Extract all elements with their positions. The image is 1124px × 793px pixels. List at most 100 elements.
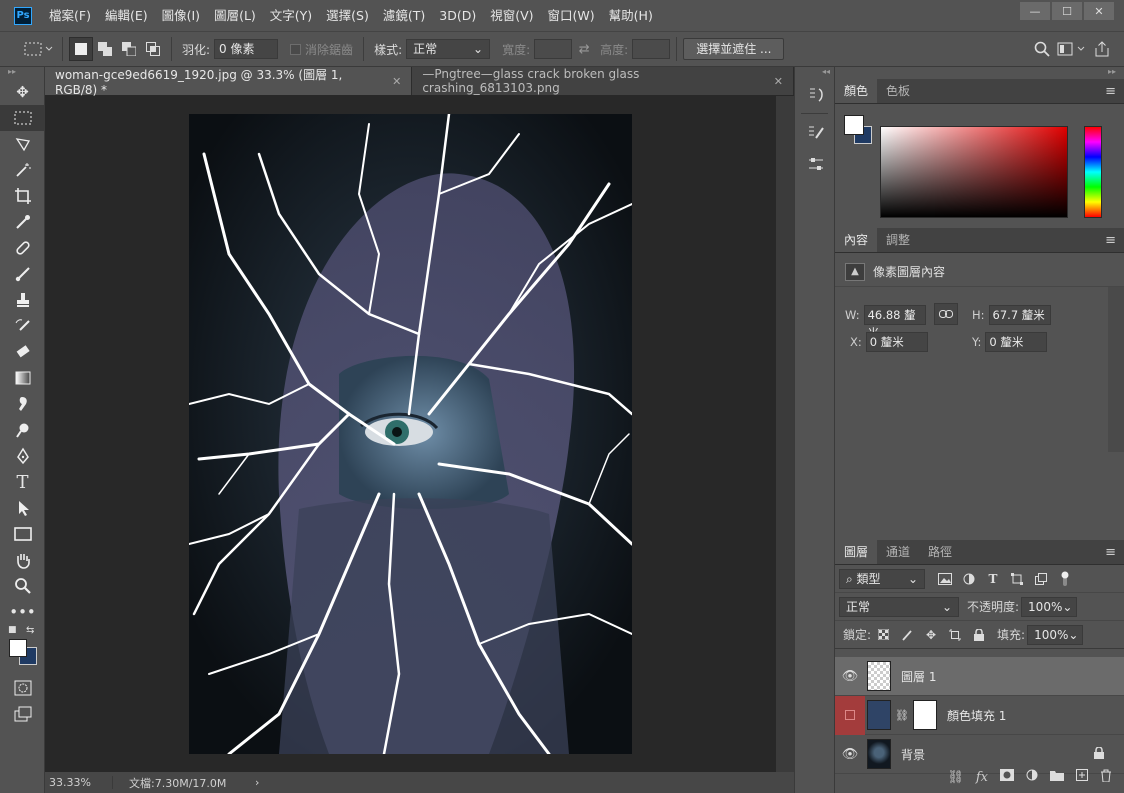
close-window-button[interactable]: ✕ xyxy=(1084,2,1114,20)
panels-grip-icon[interactable]: ▸▸ xyxy=(835,67,1124,79)
close-tab-icon[interactable]: ✕ xyxy=(774,75,783,88)
more-tools-icon[interactable]: ••• xyxy=(0,599,45,625)
vertical-scrollbar[interactable] xyxy=(776,96,794,772)
menu-file[interactable]: 檔案(F) xyxy=(42,0,98,31)
add-selection-icon[interactable] xyxy=(93,37,117,61)
status-menu-arrow-icon[interactable]: › xyxy=(255,776,259,789)
layer-mask-thumbnail[interactable] xyxy=(912,700,937,730)
filter-shape-icon[interactable] xyxy=(1005,568,1029,590)
visibility-toggle-off[interactable] xyxy=(835,695,865,735)
hand-tool-icon[interactable] xyxy=(0,547,45,573)
swap-colors-icon[interactable]: ⇆ xyxy=(26,625,34,636)
fill-color-thumbnail[interactable] xyxy=(867,700,891,730)
menu-edit[interactable]: 編輯(E) xyxy=(98,0,155,31)
path-selection-tool-icon[interactable] xyxy=(0,495,45,521)
brush-tool-icon[interactable] xyxy=(0,261,45,287)
height-input[interactable] xyxy=(632,39,671,59)
intersect-selection-icon[interactable] xyxy=(141,37,165,61)
delete-layer-icon[interactable] xyxy=(1100,769,1112,786)
layer-name[interactable]: 顏色填充 1 xyxy=(947,707,1006,724)
lock-artboard-icon[interactable] xyxy=(943,624,967,646)
color-fg-swatch[interactable] xyxy=(844,115,864,135)
layer-thumbnail[interactable] xyxy=(867,661,891,691)
filter-smart-object-icon[interactable] xyxy=(1029,568,1053,590)
tab-paths[interactable]: 路徑 xyxy=(919,540,961,564)
layer-name[interactable]: 背景 xyxy=(901,746,925,763)
link-dimensions-icon[interactable] xyxy=(934,303,958,325)
layer-style-fx-icon[interactable]: fx xyxy=(976,770,988,785)
panel-menu-icon[interactable]: ≡ xyxy=(1105,79,1116,104)
new-group-icon[interactable] xyxy=(1050,769,1064,785)
filter-adjustment-icon[interactable] xyxy=(957,568,981,590)
new-adjustment-icon[interactable] xyxy=(1026,769,1038,785)
rectangular-marquee-tool-icon[interactable] xyxy=(0,105,45,131)
layer-name[interactable]: 圖層 1 xyxy=(901,668,936,685)
mask-link-icon[interactable]: ⛓ xyxy=(895,709,909,722)
default-colors-icon[interactable]: ■ xyxy=(8,625,17,635)
add-mask-icon[interactable] xyxy=(1000,769,1014,785)
menu-layer[interactable]: 圖層(L) xyxy=(207,0,263,31)
eyedropper-tool-icon[interactable] xyxy=(0,209,45,235)
lock-image-icon[interactable] xyxy=(895,624,919,646)
zoom-level[interactable]: 33.33% xyxy=(45,776,113,789)
tab-properties[interactable]: 內容 xyxy=(835,228,878,252)
filter-toggle-icon[interactable] xyxy=(1053,568,1077,590)
panel-menu-icon[interactable]: ≡ xyxy=(1105,228,1116,253)
link-layers-icon[interactable]: ⛓ xyxy=(947,770,964,785)
pen-tool-icon[interactable] xyxy=(0,443,45,469)
maximize-button[interactable]: ☐ xyxy=(1052,2,1082,20)
tab-channels[interactable]: 通道 xyxy=(877,540,919,564)
lock-position-icon[interactable]: ✥ xyxy=(919,624,943,646)
layer-row[interactable]: ⛓ 顏色填充 1 xyxy=(835,695,1124,735)
type-tool-icon[interactable]: T xyxy=(0,469,45,495)
screen-mode-icon[interactable] xyxy=(0,701,45,727)
rectangle-tool-icon[interactable] xyxy=(0,521,45,547)
layer-row[interactable]: 👁 圖層 1 xyxy=(835,657,1124,696)
canvas-viewport[interactable] xyxy=(45,96,776,772)
y-field[interactable]: 0 釐米 xyxy=(985,332,1048,352)
filter-type-icon[interactable]: T xyxy=(981,568,1005,590)
tab-color[interactable]: 顏色 xyxy=(835,79,878,103)
menu-3d[interactable]: 3D(D) xyxy=(432,0,483,31)
menu-filter[interactable]: 濾鏡(T) xyxy=(376,0,432,31)
history-brush-tool-icon[interactable] xyxy=(0,313,45,339)
panel-menu-icon[interactable]: ≡ xyxy=(1105,540,1116,565)
document-canvas[interactable] xyxy=(189,114,632,754)
layer-kind-select[interactable]: ⌕ 類型 ⌄ xyxy=(839,568,925,589)
style-select[interactable]: 正常 ⌄ xyxy=(406,39,491,59)
visibility-eye-icon[interactable]: 👁 xyxy=(835,657,865,696)
new-selection-icon[interactable] xyxy=(69,37,93,61)
menu-window[interactable]: 窗口(W) xyxy=(541,0,602,31)
color-field[interactable] xyxy=(880,126,1068,218)
swap-dimensions-icon[interactable]: ⇄ xyxy=(572,37,596,61)
eraser-tool-icon[interactable] xyxy=(0,339,45,365)
smudge-tool-icon[interactable] xyxy=(0,391,45,417)
search-icon[interactable] xyxy=(1030,37,1054,61)
share-icon[interactable] xyxy=(1090,37,1114,61)
opacity-field[interactable]: 100% ⌄ xyxy=(1021,596,1078,617)
filter-pixel-icon[interactable] xyxy=(933,568,957,590)
workspace-icon[interactable] xyxy=(1054,37,1090,61)
tab-woman-document[interactable]: woman-gce9ed6619_1920.jpg @ 33.3% (圖層 1,… xyxy=(45,67,413,97)
move-tool-icon[interactable]: ✥ xyxy=(0,79,45,105)
lasso-tool-icon[interactable] xyxy=(0,131,45,157)
brush-settings-icon[interactable] xyxy=(795,116,836,148)
hue-slider[interactable] xyxy=(1084,126,1102,218)
menu-select[interactable]: 選擇(S) xyxy=(319,0,376,31)
quick-mask-icon[interactable] xyxy=(0,675,45,701)
fill-field[interactable]: 100% ⌄ xyxy=(1027,624,1084,645)
width-field[interactable]: 46.88 釐米 xyxy=(863,305,926,340)
lock-all-icon[interactable] xyxy=(967,624,991,646)
healing-brush-tool-icon[interactable] xyxy=(0,235,45,261)
width-input[interactable] xyxy=(534,39,573,59)
blend-mode-select[interactable]: 正常 ⌄ xyxy=(839,596,959,617)
tab-swatches[interactable]: 色板 xyxy=(877,79,919,103)
x-field[interactable]: 0 釐米 xyxy=(865,332,928,352)
adjust-sliders-icon[interactable] xyxy=(795,148,836,180)
feather-input[interactable]: 0 像素 xyxy=(214,39,279,59)
crop-tool-icon[interactable] xyxy=(0,183,45,209)
tab-adjustments[interactable]: 調整 xyxy=(877,228,919,252)
foreground-color-swatch[interactable] xyxy=(9,639,27,657)
zoom-tool-icon[interactable] xyxy=(0,573,45,599)
antialias-checkbox[interactable] xyxy=(290,43,302,55)
